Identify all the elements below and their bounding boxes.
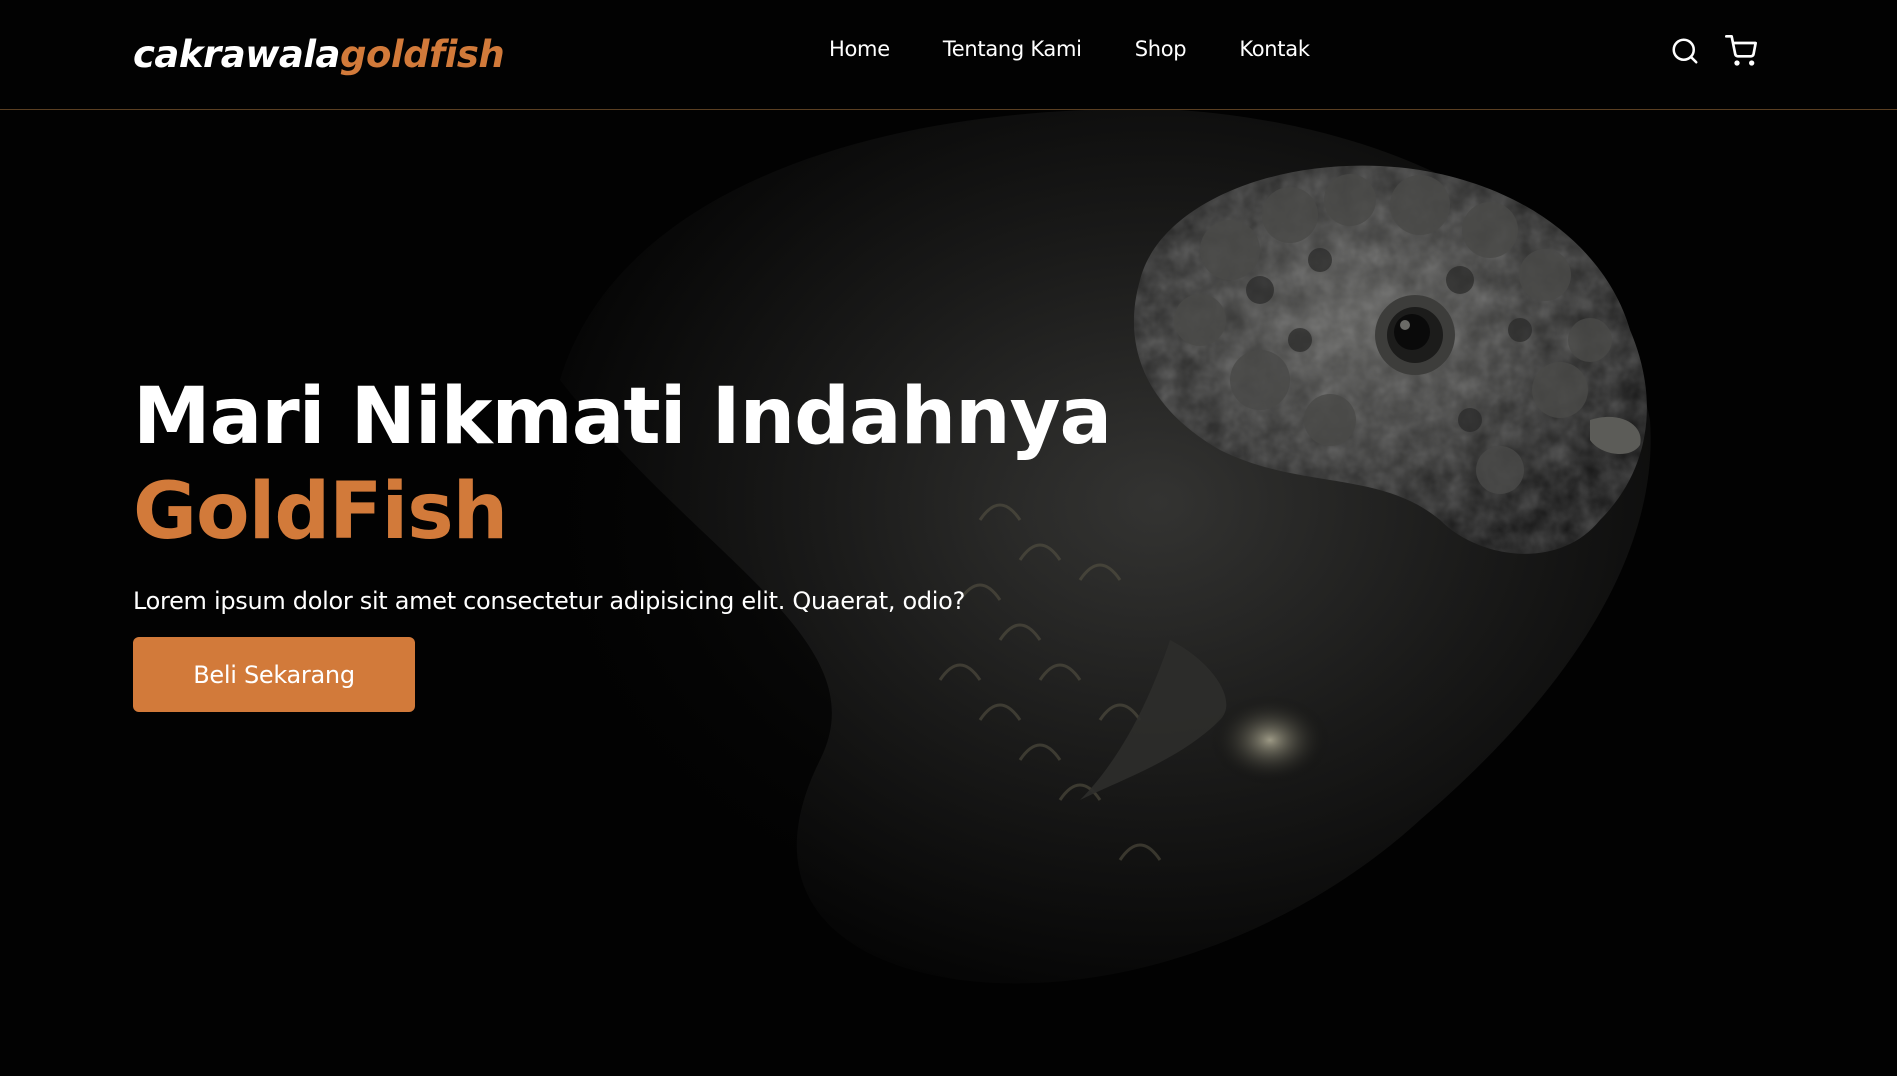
brand-logo[interactable]: cakrawalagoldfish bbox=[133, 30, 505, 80]
nav-link-tentang-kami[interactable]: Tentang Kami bbox=[943, 34, 1082, 64]
hero-description: Lorem ipsum dolor sit amet consectetur a… bbox=[133, 587, 966, 615]
main-nav: Home Tentang Kami Shop Kontak bbox=[829, 34, 1310, 64]
buy-now-button[interactable]: Beli Sekarang bbox=[133, 637, 415, 712]
navbar: cakrawalagoldfish Home Tentang Kami Shop… bbox=[0, 0, 1897, 110]
landing-page: cakrawalagoldfish Home Tentang Kami Shop… bbox=[0, 0, 1897, 1076]
brand-name-part2: goldfish bbox=[340, 33, 505, 76]
hero-title-line1: Mari Nikmati Indahnya bbox=[133, 372, 1112, 462]
nav-link-kontak[interactable]: Kontak bbox=[1239, 34, 1310, 64]
hero-title: Mari Nikmati Indahnya GoldFish bbox=[133, 370, 1133, 560]
hero-title-highlight: GoldFish bbox=[133, 467, 508, 557]
hero-section: Mari Nikmati Indahnya GoldFish Lorem ips… bbox=[133, 370, 1133, 712]
nav-icons bbox=[1669, 33, 1757, 69]
nav-link-shop[interactable]: Shop bbox=[1135, 34, 1187, 64]
nav-link-home[interactable]: Home bbox=[829, 34, 890, 64]
search-icon[interactable] bbox=[1669, 33, 1701, 69]
cart-icon[interactable] bbox=[1725, 33, 1757, 69]
brand-name-part1: cakrawala bbox=[133, 33, 341, 76]
